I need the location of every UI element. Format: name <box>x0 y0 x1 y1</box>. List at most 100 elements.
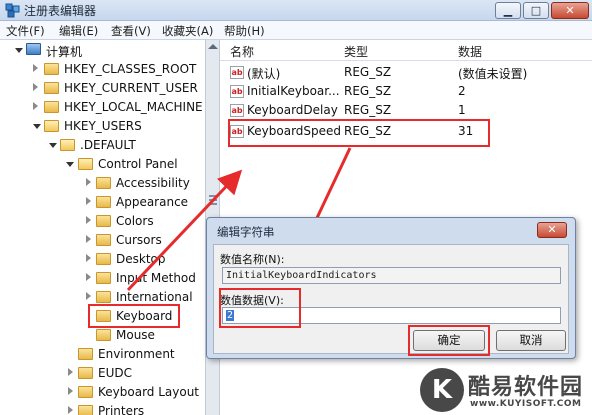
dialog-close-button[interactable]: ✕ <box>537 222 567 238</box>
tree-item-accessibility[interactable]: Accessibility <box>0 175 205 193</box>
collapse-arrow-icon[interactable] <box>86 178 91 186</box>
scroll-up-icon[interactable] <box>208 44 218 49</box>
tree-item-desktop[interactable]: Desktop <box>0 251 205 269</box>
header-divider <box>220 60 592 61</box>
value-name: InitialKeyboar... <box>247 84 340 98</box>
column-header-data[interactable]: 数据 <box>458 43 482 60</box>
tree-item-colors[interactable]: Colors <box>0 213 205 231</box>
tree-item-input-method[interactable]: Input Method <box>0 270 205 288</box>
dialog-body: 数值名称(N): InitialKeyboardIndicators 数值数据(… <box>213 244 569 356</box>
cancel-button[interactable]: 取消 <box>496 330 566 351</box>
maximize-button[interactable]: □ <box>523 2 549 19</box>
tree-item-hku[interactable]: HKEY_USERS <box>0 118 205 136</box>
tree-item-label: Accessibility <box>116 176 190 190</box>
open-folder-icon <box>44 120 59 132</box>
folder-icon <box>96 253 111 265</box>
tree-item-default[interactable]: .DEFAULT <box>0 137 205 155</box>
edit-string-dialog: 编辑字符串 ✕ 数值名称(N): InitialKeyboardIndicato… <box>206 217 576 359</box>
registry-editor-icon <box>5 3 20 18</box>
value-data: 1 <box>458 103 466 117</box>
splitter-grip-icon[interactable] <box>209 195 217 205</box>
folder-icon <box>78 367 93 379</box>
column-header-type[interactable]: 类型 <box>344 43 368 60</box>
value-name: KeyboardDelay <box>247 103 338 117</box>
expand-arrow-icon[interactable] <box>66 162 74 167</box>
tree-item-appearance[interactable]: Appearance <box>0 194 205 212</box>
string-value-icon: ab <box>230 104 244 117</box>
folder-icon <box>96 291 111 303</box>
folder-icon <box>96 272 111 284</box>
collapse-arrow-icon[interactable] <box>86 254 91 262</box>
value-data: (数值未设置) <box>458 67 528 81</box>
menu-edit[interactable]: 编辑(E) <box>59 23 98 39</box>
tree-item-label: EUDC <box>98 366 132 380</box>
collapse-arrow-icon[interactable] <box>33 83 38 91</box>
collapse-arrow-icon[interactable] <box>86 235 91 243</box>
expand-arrow-icon[interactable] <box>33 124 41 129</box>
tree-item-keyboard-layout[interactable]: Keyboard Layout <box>0 384 205 402</box>
menu-view[interactable]: 查看(V) <box>111 23 151 39</box>
tree-item-printers[interactable]: Printers <box>0 403 205 415</box>
tree-item-label: 计算机 <box>46 45 83 59</box>
value-type: REG_SZ <box>344 84 392 98</box>
menu-help[interactable]: 帮助(H) <box>224 23 265 39</box>
collapse-arrow-icon[interactable] <box>86 197 91 205</box>
ok-highlight-box <box>408 325 490 356</box>
folder-icon <box>78 348 93 360</box>
collapse-arrow-icon[interactable] <box>33 102 38 110</box>
folder-icon <box>96 215 111 227</box>
tree-item-mouse[interactable]: Mouse <box>0 327 205 345</box>
string-value-icon: ab <box>230 66 244 79</box>
tree-item-hkcu[interactable]: HKEY_CURRENT_USER <box>0 80 205 98</box>
tree-item-cursors[interactable]: Cursors <box>0 232 205 250</box>
menu-favorites[interactable]: 收藏夹(A) <box>162 23 213 39</box>
collapse-arrow-icon[interactable] <box>68 406 73 414</box>
keyboard-highlight-box <box>88 304 180 328</box>
value-type: REG_SZ <box>344 65 392 79</box>
tree-item-label: HKEY_USERS <box>64 119 142 133</box>
tree-item-label: International <box>116 290 193 304</box>
tree-item-label: Mouse <box>116 328 155 342</box>
registry-tree[interactable]: 计算机 HKEY_CLASSES_ROOT HKEY_CURRENT_USER … <box>0 40 206 415</box>
folder-icon <box>44 63 59 75</box>
value-data-highlight-box <box>219 288 301 328</box>
tree-item-hkcr[interactable]: HKEY_CLASSES_ROOT <box>0 61 205 79</box>
folder-icon <box>78 386 93 398</box>
menu-file[interactable]: 文件(F) <box>6 23 45 39</box>
tree-item-label: HKEY_LOCAL_MACHINE <box>64 100 203 114</box>
tree-item-label: Printers <box>98 404 145 415</box>
column-header-name[interactable]: 名称 <box>230 43 254 60</box>
expand-arrow-icon[interactable] <box>15 48 23 53</box>
folder-icon <box>78 405 93 415</box>
close-button[interactable]: ✕ <box>551 2 589 19</box>
open-folder-icon <box>60 139 75 151</box>
collapse-arrow-icon[interactable] <box>68 387 73 395</box>
tree-item-label: Control Panel <box>98 157 178 171</box>
folder-icon <box>96 329 111 341</box>
tree-item-label: HKEY_CLASSES_ROOT <box>64 62 197 76</box>
collapse-arrow-icon[interactable] <box>86 216 91 224</box>
tree-item-computer[interactable]: 计算机 <box>0 42 205 60</box>
value-name-field[interactable]: InitialKeyboardIndicators <box>222 267 561 284</box>
collapse-arrow-icon[interactable] <box>68 368 73 376</box>
tree-item-label: Input Method <box>116 271 196 285</box>
folder-icon <box>44 82 59 94</box>
open-folder-icon <box>78 158 93 170</box>
folder-icon <box>96 234 111 246</box>
watermark-logo: K <box>420 368 464 412</box>
dialog-title: 编辑字符串 <box>217 225 275 239</box>
minimize-button[interactable]: ▁ <box>495 2 521 19</box>
tree-item-label: Environment <box>98 347 175 361</box>
keyboardspeed-highlight-box <box>228 119 490 147</box>
tree-item-environment[interactable]: Environment <box>0 346 205 364</box>
tree-item-hklm[interactable]: HKEY_LOCAL_MACHINE <box>0 99 205 117</box>
tree-item-eudc[interactable]: EUDC <box>0 365 205 383</box>
expand-arrow-icon[interactable] <box>49 143 57 148</box>
collapse-arrow-icon[interactable] <box>86 292 91 300</box>
collapse-arrow-icon[interactable] <box>33 64 38 72</box>
collapse-arrow-icon[interactable] <box>86 273 91 281</box>
menu-bar: 文件(F) 编辑(E) 查看(V) 收藏夹(A) 帮助(H) <box>0 21 592 40</box>
string-value-icon: ab <box>230 85 244 98</box>
tree-item-control-panel[interactable]: Control Panel <box>0 156 205 174</box>
tree-item-label: Keyboard Layout <box>98 385 200 399</box>
